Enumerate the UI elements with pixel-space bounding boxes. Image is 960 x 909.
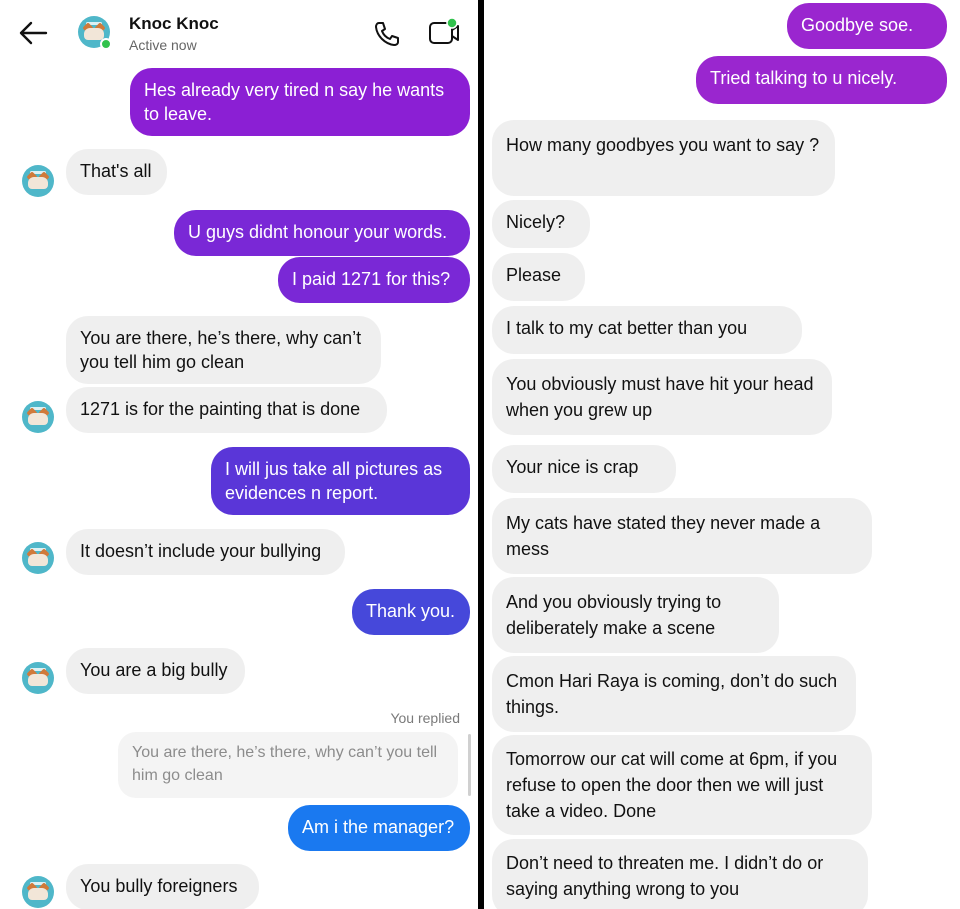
outgoing-message[interactable]: Hes already very tired n say he wants to… [130, 68, 470, 136]
incoming-message[interactable]: How many goodbyes you want to say ? [492, 120, 835, 196]
incoming-message[interactable]: You are a big bully [66, 648, 245, 694]
incoming-message[interactable]: You bully foreigners [66, 864, 259, 909]
incoming-message[interactable]: I talk to my cat better than you [492, 306, 802, 354]
incoming-message[interactable]: And you obviously trying to deliberately… [492, 577, 779, 653]
incoming-message[interactable]: Cmon Hari Raya is coming, don’t do such … [492, 656, 856, 732]
phone-icon[interactable] [372, 19, 402, 49]
outgoing-message[interactable]: I will jus take all pictures as evidence… [211, 447, 470, 515]
incoming-message[interactable]: My cats have stated they never made a me… [492, 498, 872, 574]
incoming-message[interactable]: Your nice is crap [492, 445, 676, 493]
incoming-message[interactable]: Please [492, 253, 585, 301]
incoming-message[interactable]: Nicely? [492, 200, 590, 248]
quote-bar [468, 734, 471, 796]
quoted-message[interactable]: You are there, he’s there, why can’t you… [118, 732, 458, 798]
incoming-message[interactable]: It doesn’t include your bullying [66, 529, 345, 575]
video-call-icon[interactable] [428, 17, 462, 48]
outgoing-message[interactable]: U guys didnt honour your words. [174, 210, 470, 256]
contact-avatar [22, 876, 54, 908]
outgoing-message[interactable]: Tried talking to u nicely. [696, 56, 947, 104]
contact-name[interactable]: Knoc Knoc [129, 14, 219, 34]
you-replied-label: You replied [390, 710, 460, 726]
incoming-message[interactable]: Don’t need to threaten me. I didn’t do o… [492, 839, 868, 909]
right-chat-panel: Goodbye soe. Tried talking to u nicely. … [484, 0, 960, 909]
outgoing-message[interactable]: I paid 1271 for this? [278, 257, 470, 303]
incoming-message[interactable]: You are there, he’s there, why can’t you… [66, 316, 381, 384]
outgoing-message[interactable]: Goodbye soe. [787, 3, 947, 49]
chat-header: Knoc Knoc Active now [0, 0, 478, 66]
outgoing-message[interactable]: Thank you. [352, 589, 470, 635]
contact-avatar [22, 542, 54, 574]
online-status-dot [100, 38, 112, 50]
incoming-message[interactable]: 1271 is for the painting that is done [66, 387, 387, 433]
incoming-message[interactable]: You obviously must have hit your head wh… [492, 359, 832, 435]
active-status: Active now [129, 37, 197, 53]
incoming-message[interactable]: Tomorrow our cat will come at 6pm, if yo… [492, 735, 872, 835]
left-chat-panel: Knoc Knoc Active now Hes already very ti… [0, 0, 478, 909]
contact-avatar [22, 165, 54, 197]
contact-avatar [22, 401, 54, 433]
outgoing-message[interactable]: Am i the manager? [288, 805, 470, 851]
contact-avatar [22, 662, 54, 694]
incoming-message[interactable]: That's all [66, 149, 167, 195]
back-arrow-icon[interactable] [18, 20, 48, 46]
